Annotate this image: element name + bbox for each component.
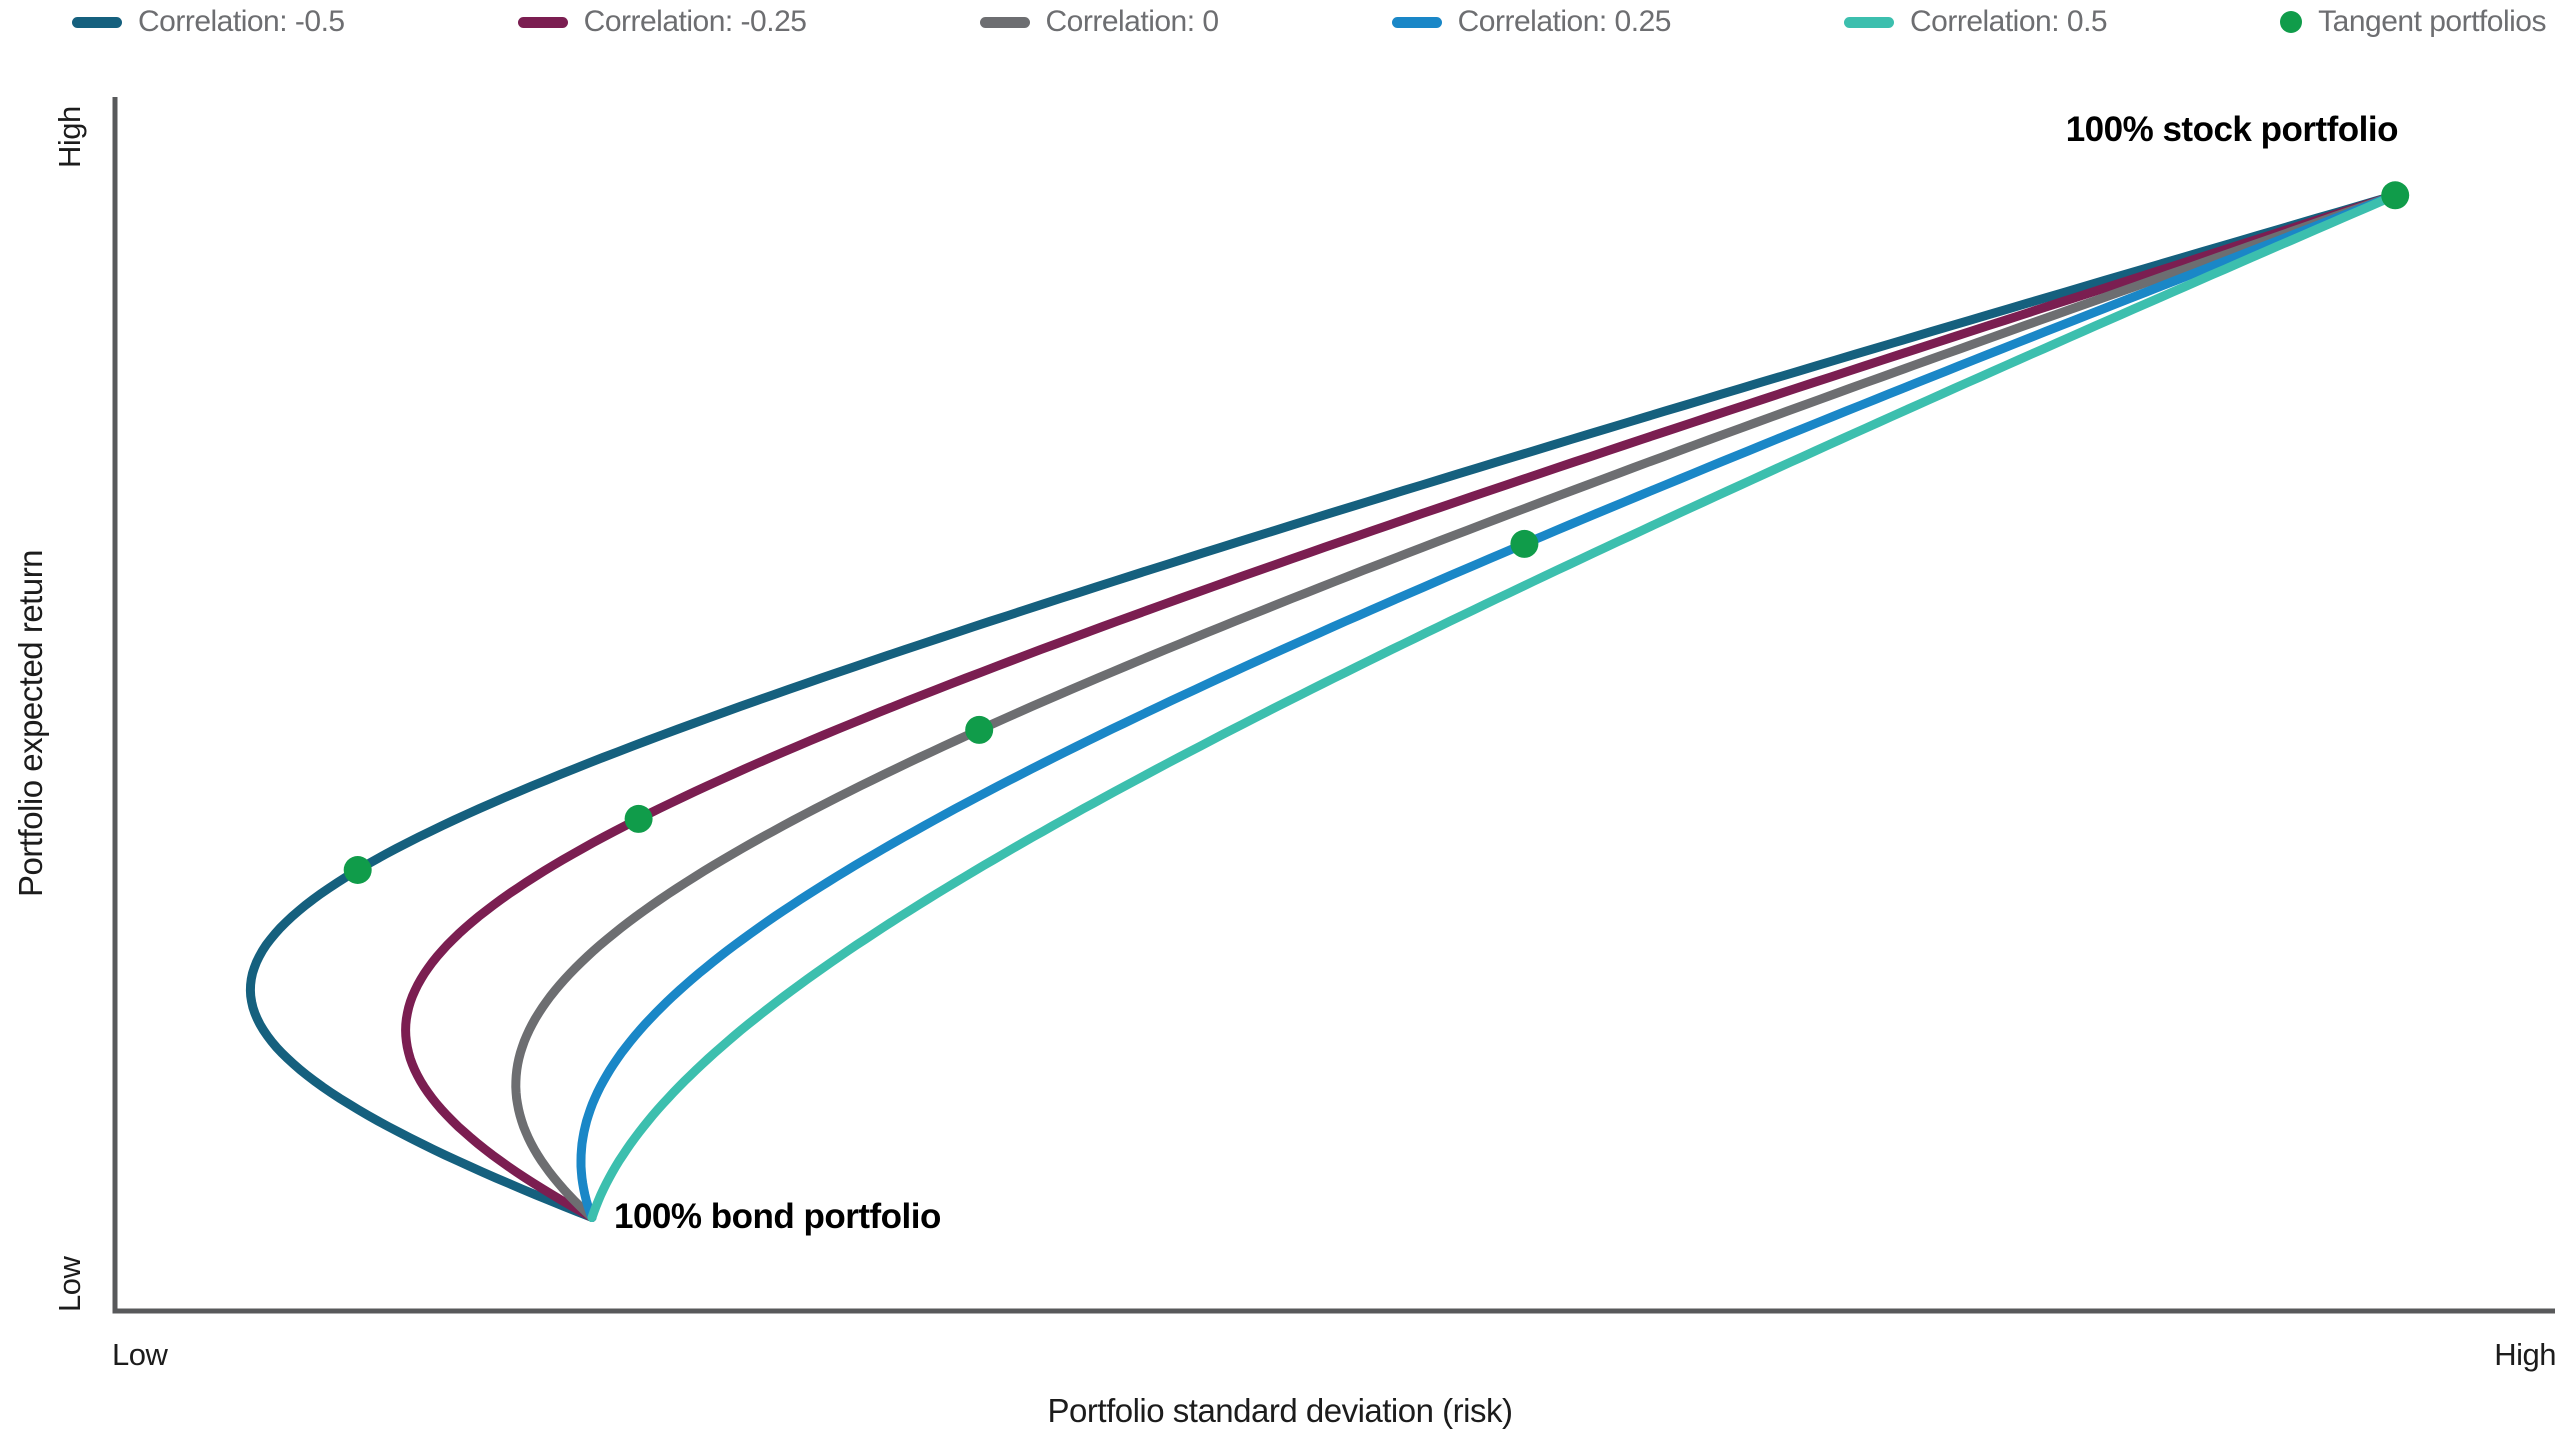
bond-portfolio-annotation: 100% bond portfolio [614,1197,941,1237]
chart-canvas [0,0,2560,1440]
y-axis-min-label: Low [52,1257,88,1312]
y-axis-max-label: High [52,106,88,168]
frontier-curve-corr-0.25 [581,195,2395,1217]
x-axis-max-label: High [2494,1337,2556,1373]
tangent-portfolio-dot-corr-0 [965,716,993,744]
x-axis-min-label: Low [112,1337,167,1373]
tangent-portfolio-dot-corr-0.25 [1510,530,1538,558]
x-axis-title: Portfolio standard deviation (risk) [0,1392,2560,1430]
frontier-curve-corr-0.5 [592,195,2395,1217]
tangent-portfolio-dot-corr--0.5 [344,856,372,884]
tangent-portfolio-dot-corr--0.25 [625,805,653,833]
frontier-curve-corr--0.5 [250,195,2395,1217]
y-axis-title: Portfolio expected return [12,550,50,897]
stock-portfolio-annotation: 100% stock portfolio [2066,110,2398,150]
frontier-curve-corr-0 [516,195,2395,1217]
tangent-portfolio-dot-corr-0.5 [2381,181,2409,209]
efficient-frontier-chart: Correlation: -0.5Correlation: -0.25Corre… [0,0,2560,1440]
